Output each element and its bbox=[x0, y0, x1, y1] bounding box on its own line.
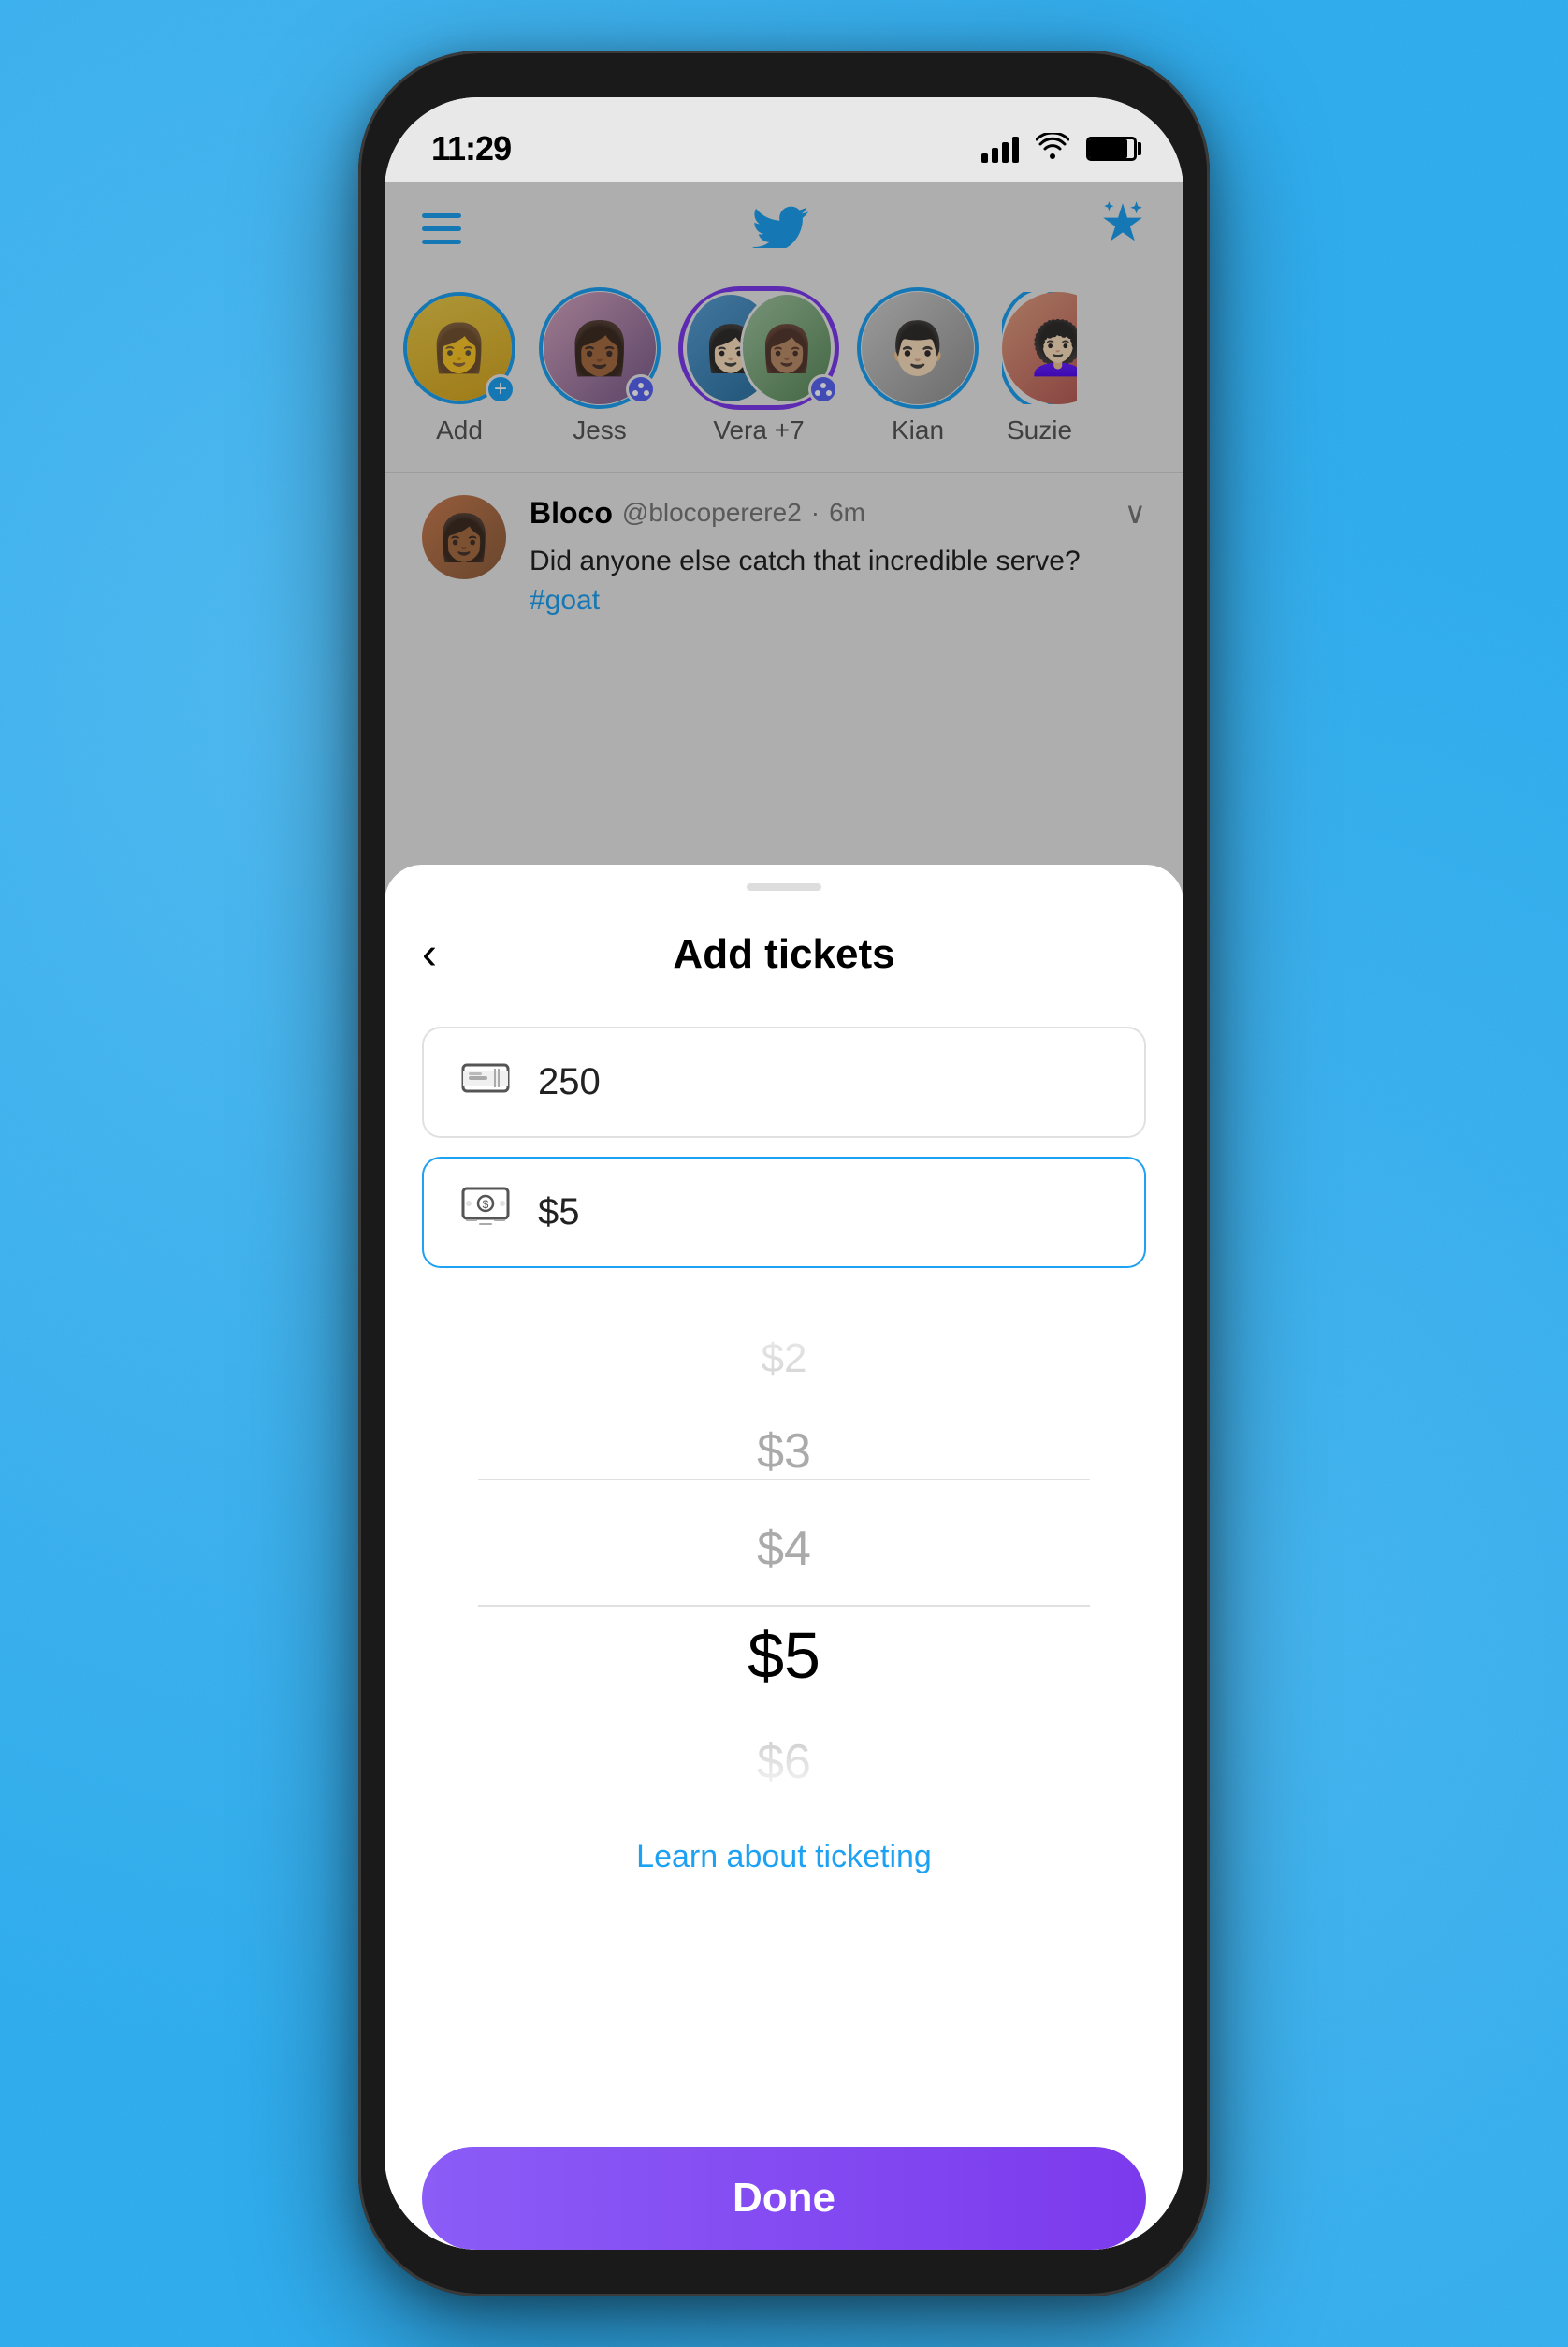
done-button[interactable]: Done bbox=[422, 2147, 1146, 2250]
signal-bar-3 bbox=[1002, 142, 1009, 163]
status-icons bbox=[981, 132, 1137, 167]
signal-bar-4 bbox=[1012, 137, 1019, 163]
ticket-count-value: 250 bbox=[538, 1061, 601, 1103]
scroll-picker-items[interactable]: $2 $3 $4 $5 $6 $7 $8 bbox=[385, 1315, 1183, 1801]
battery-fill bbox=[1089, 139, 1127, 158]
signal-bars-icon bbox=[981, 135, 1019, 163]
ticket-count-input[interactable]: 250 bbox=[422, 1027, 1146, 1138]
bottom-sheet: ‹ Add tickets 250 bbox=[385, 865, 1183, 2250]
price-picker[interactable]: $2 $3 $4 $5 $6 $7 $8 bbox=[385, 1287, 1183, 1801]
picker-item-4[interactable]: $4 bbox=[385, 1500, 1183, 1597]
picker-item-3[interactable]: $3 bbox=[385, 1403, 1183, 1500]
picker-item-6[interactable]: $6 bbox=[385, 1713, 1183, 1801]
picker-item-2[interactable]: $2 bbox=[385, 1315, 1183, 1403]
price-input[interactable]: $ $5 bbox=[422, 1157, 1146, 1268]
money-icon: $ bbox=[461, 1187, 510, 1238]
battery-icon bbox=[1086, 137, 1137, 161]
picker-divider-bottom bbox=[478, 1605, 1090, 1607]
signal-bar-1 bbox=[981, 153, 988, 163]
ticket-icon bbox=[461, 1057, 510, 1108]
signal-bar-2 bbox=[992, 148, 998, 163]
learn-ticketing-link[interactable]: Learn about ticketing bbox=[385, 1839, 1183, 1875]
price-value: $5 bbox=[538, 1191, 580, 1233]
sheet-header: ‹ Add tickets bbox=[385, 891, 1183, 1008]
phone: 11:29 bbox=[358, 51, 1210, 2296]
picker-divider-top bbox=[478, 1479, 1090, 1480]
back-button[interactable]: ‹ bbox=[422, 928, 437, 980]
sheet-title: Add tickets bbox=[673, 931, 894, 978]
picker-item-5-selected[interactable]: $5 bbox=[385, 1597, 1183, 1713]
phone-screen: 11:29 bbox=[385, 97, 1183, 2250]
status-bar: 11:29 bbox=[385, 97, 1183, 182]
sheet-handle bbox=[747, 883, 821, 891]
wifi-icon bbox=[1036, 132, 1069, 167]
svg-text:$: $ bbox=[483, 1198, 489, 1211]
status-time: 11:29 bbox=[431, 129, 511, 168]
